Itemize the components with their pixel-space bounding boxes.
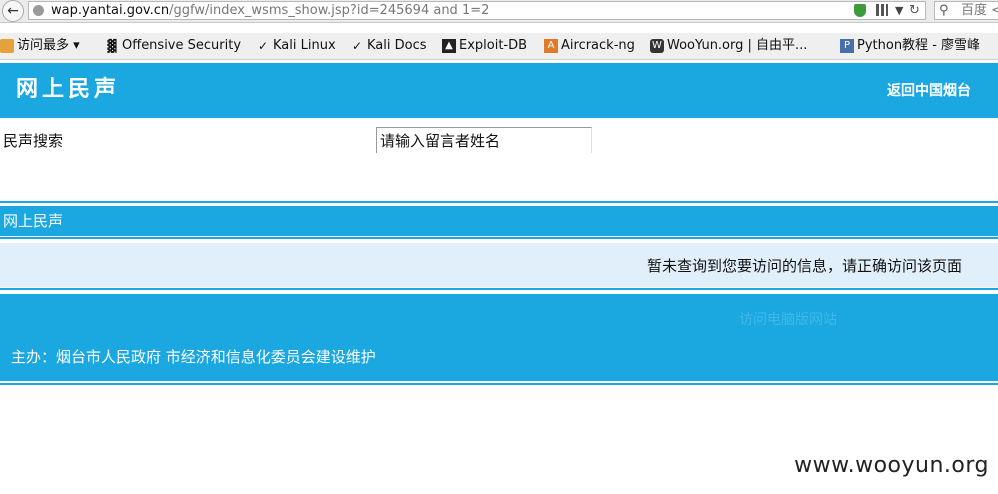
return-home-link[interactable]: 返回中国烟台 (887, 81, 971, 101)
message-row: 暂未查询到您要访问的信息，请正确访问该页面 (0, 243, 998, 287)
bookmark-exploit-db[interactable]: ▲ Exploit-DB (442, 33, 527, 59)
folder-icon (0, 38, 14, 53)
bookmark-label: Python教程 - 廖雪峰 (857, 38, 981, 53)
watermark: www.wooyun.org (794, 453, 989, 478)
qr-code-icon[interactable] (876, 4, 888, 16)
search-engine-label: 百度 < (961, 3, 998, 18)
kali-icon: ✓ (257, 38, 269, 53)
back-button[interactable]: ← (2, 0, 24, 22)
python-icon: P (840, 38, 854, 53)
section-header: 网上民声 (0, 206, 998, 236)
bookmark-label: WooYun.org | 自由平... (667, 38, 808, 53)
bookmark-most-visited[interactable]: 访问最多 ▾ (0, 33, 80, 59)
bookmark-label: Offensive Security (122, 38, 242, 53)
bookmark-python[interactable]: P Python教程 - 廖雪峰 (840, 33, 980, 59)
bookmark-label: 访问最多 (17, 38, 70, 53)
search-input[interactable]: ⚲ 百度 < (934, 1, 998, 20)
bookmarks-toolbar: 访问最多 ▾ ▓ Offensive Security ✓ Kali Linux ✓… (0, 33, 998, 60)
divider (0, 288, 998, 290)
aircrack-icon: A (544, 38, 558, 53)
search-icon: ⚲ (939, 3, 949, 18)
search-label: 民声搜索 (3, 132, 64, 150)
reload-icon[interactable]: ↻ (909, 2, 920, 19)
divider (0, 201, 998, 203)
bookmark-label: Exploit-DB (459, 38, 528, 53)
not-found-message: 暂未查询到您要访问的信息，请正确访问该页面 (646, 257, 962, 275)
page-title: 网上民声 (16, 77, 121, 102)
desktop-site-link[interactable]: 访问电脑版网站 (739, 310, 837, 330)
bookmark-kali-linux[interactable]: ✓ Kali Linux (256, 33, 336, 59)
bookmark-offensive-security[interactable]: ▓ Offensive Security (105, 33, 241, 59)
page-header: 网上民声 返回中国烟台 (0, 63, 998, 118)
chevron-down-icon: ▾ (73, 38, 80, 53)
shield-icon[interactable] (854, 4, 866, 17)
back-arrow-icon: ← (7, 3, 19, 19)
url-host: wap.yantai.gov.cn (51, 3, 170, 18)
kali-icon: ✓ (351, 38, 363, 53)
bookmark-wooyun[interactable]: W WooYun.org | 自由平... (650, 33, 807, 59)
bookmark-label: Aircrack-ng (561, 38, 635, 53)
chevron-down-icon[interactable]: ▼ (895, 2, 903, 19)
browser-toolbar: ← wap.yantai.gov.cn/ggfw/index_wsms_show… (0, 0, 998, 23)
address-bar[interactable]: wap.yantai.gov.cn/ggfw/index_wsms_show.j… (28, 1, 926, 20)
globe-icon (33, 5, 44, 16)
sponsor-text: 主办：烟台市人民政府 市经济和信息化委员会建设维护 (11, 348, 376, 366)
bookmark-kali-docs[interactable]: ✓ Kali Docs (350, 33, 427, 59)
wooyun-icon: W (650, 38, 664, 53)
section-title: 网上民声 (3, 212, 64, 230)
name-search-input[interactable] (376, 127, 592, 153)
url-path: /ggfw/index_wsms_show.jsp?id=245694 and … (169, 3, 490, 18)
page-footer: 访问电脑版网站 主办：烟台市人民政府 市经济和信息化委员会建设维护 (0, 294, 998, 381)
bookmark-label: Kali Linux (273, 38, 336, 53)
bookmark-aircrack-ng[interactable]: A Aircrack-ng (544, 33, 635, 59)
url-text: wap.yantai.gov.cn/ggfw/index_wsms_show.j… (51, 2, 489, 19)
divider (0, 237, 998, 239)
divider (0, 383, 998, 385)
bookmark-label: Kali Docs (367, 38, 427, 53)
exploit-db-icon: ▲ (442, 38, 456, 53)
dragon-icon: ▓ (107, 38, 117, 53)
